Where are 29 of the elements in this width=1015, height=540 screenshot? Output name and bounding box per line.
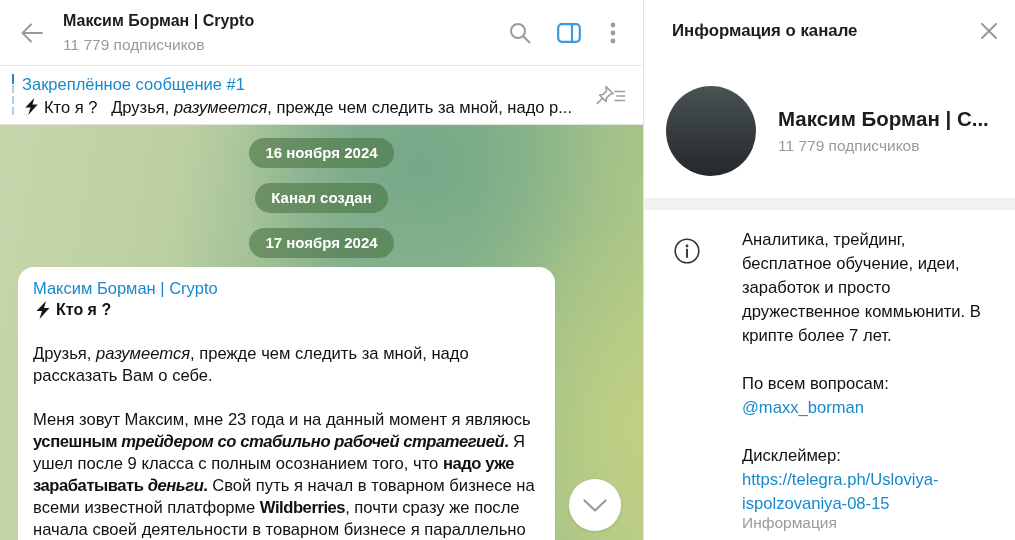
subscriber-count: 11 779 подписчиков [778, 135, 921, 156]
description-text: Дисклеймер: [742, 445, 842, 467]
link[interactable]: @maxx_borman [742, 396, 990, 420]
scroll-down-button[interactable] [569, 479, 621, 531]
panel-title: Информация о канале [672, 20, 858, 42]
message-text: Меня зовут Максим, мне 23 года и на данный момент я являюсь успешным трейдером со стабильно рабочей стратегией. Я ушел после 9 класса с полным осознанием того, что надо уже зарабатывать деньги. Свой путь я начал в товарном бизнесе на всеми известной платформе Wildberries, почти сразу же после начала своей деятельности в товарном бизнесе я параллельно [33, 409, 536, 540]
more-vertical-icon [610, 21, 616, 44]
description-text: По всем вопросам: [742, 373, 890, 395]
link[interactable]: https://telegra.ph/Usloviya-ispolzovaniya-08-15 [742, 468, 990, 516]
pinned-preview-text: Кто я ? Друзья, разумеется, прежде чем следить за мной, надо р... [44, 96, 572, 118]
message-text: Друзья, разумеется, прежде чем следить за мной, надо рассказать Вам о себе. [33, 343, 470, 387]
close-icon [981, 23, 997, 39]
search-icon [509, 21, 531, 44]
description-text: Аналитика, трейдинг, бесплатное обучение, идеи, заработок и просто дружественное коммьюнити. В крипте более 7 лет. [742, 229, 982, 347]
info-icon [674, 238, 700, 264]
sidebar-icon [557, 22, 581, 43]
arrow-left-icon [20, 21, 44, 44]
channel-name: Максим Борман | С... [778, 105, 989, 132]
pinned-title: Закреплённое сообщение #1 [22, 73, 246, 95]
message-heading: Кто я ? [56, 300, 112, 320]
section-label: Информация [742, 513, 838, 533]
channel-title: Максим Борман | Crypto [63, 10, 256, 31]
chevron-down-icon [583, 498, 607, 512]
date-pill: Канал создан [255, 183, 388, 213]
subscriber-count: 11 779 подписчиков [63, 34, 206, 55]
author-name: Максим Борман | Crypto [33, 278, 219, 299]
date-pill: 16 ноября 2024 [249, 138, 394, 168]
date-pill: 17 ноября 2024 [249, 228, 394, 258]
pin-list-icon [596, 85, 626, 105]
